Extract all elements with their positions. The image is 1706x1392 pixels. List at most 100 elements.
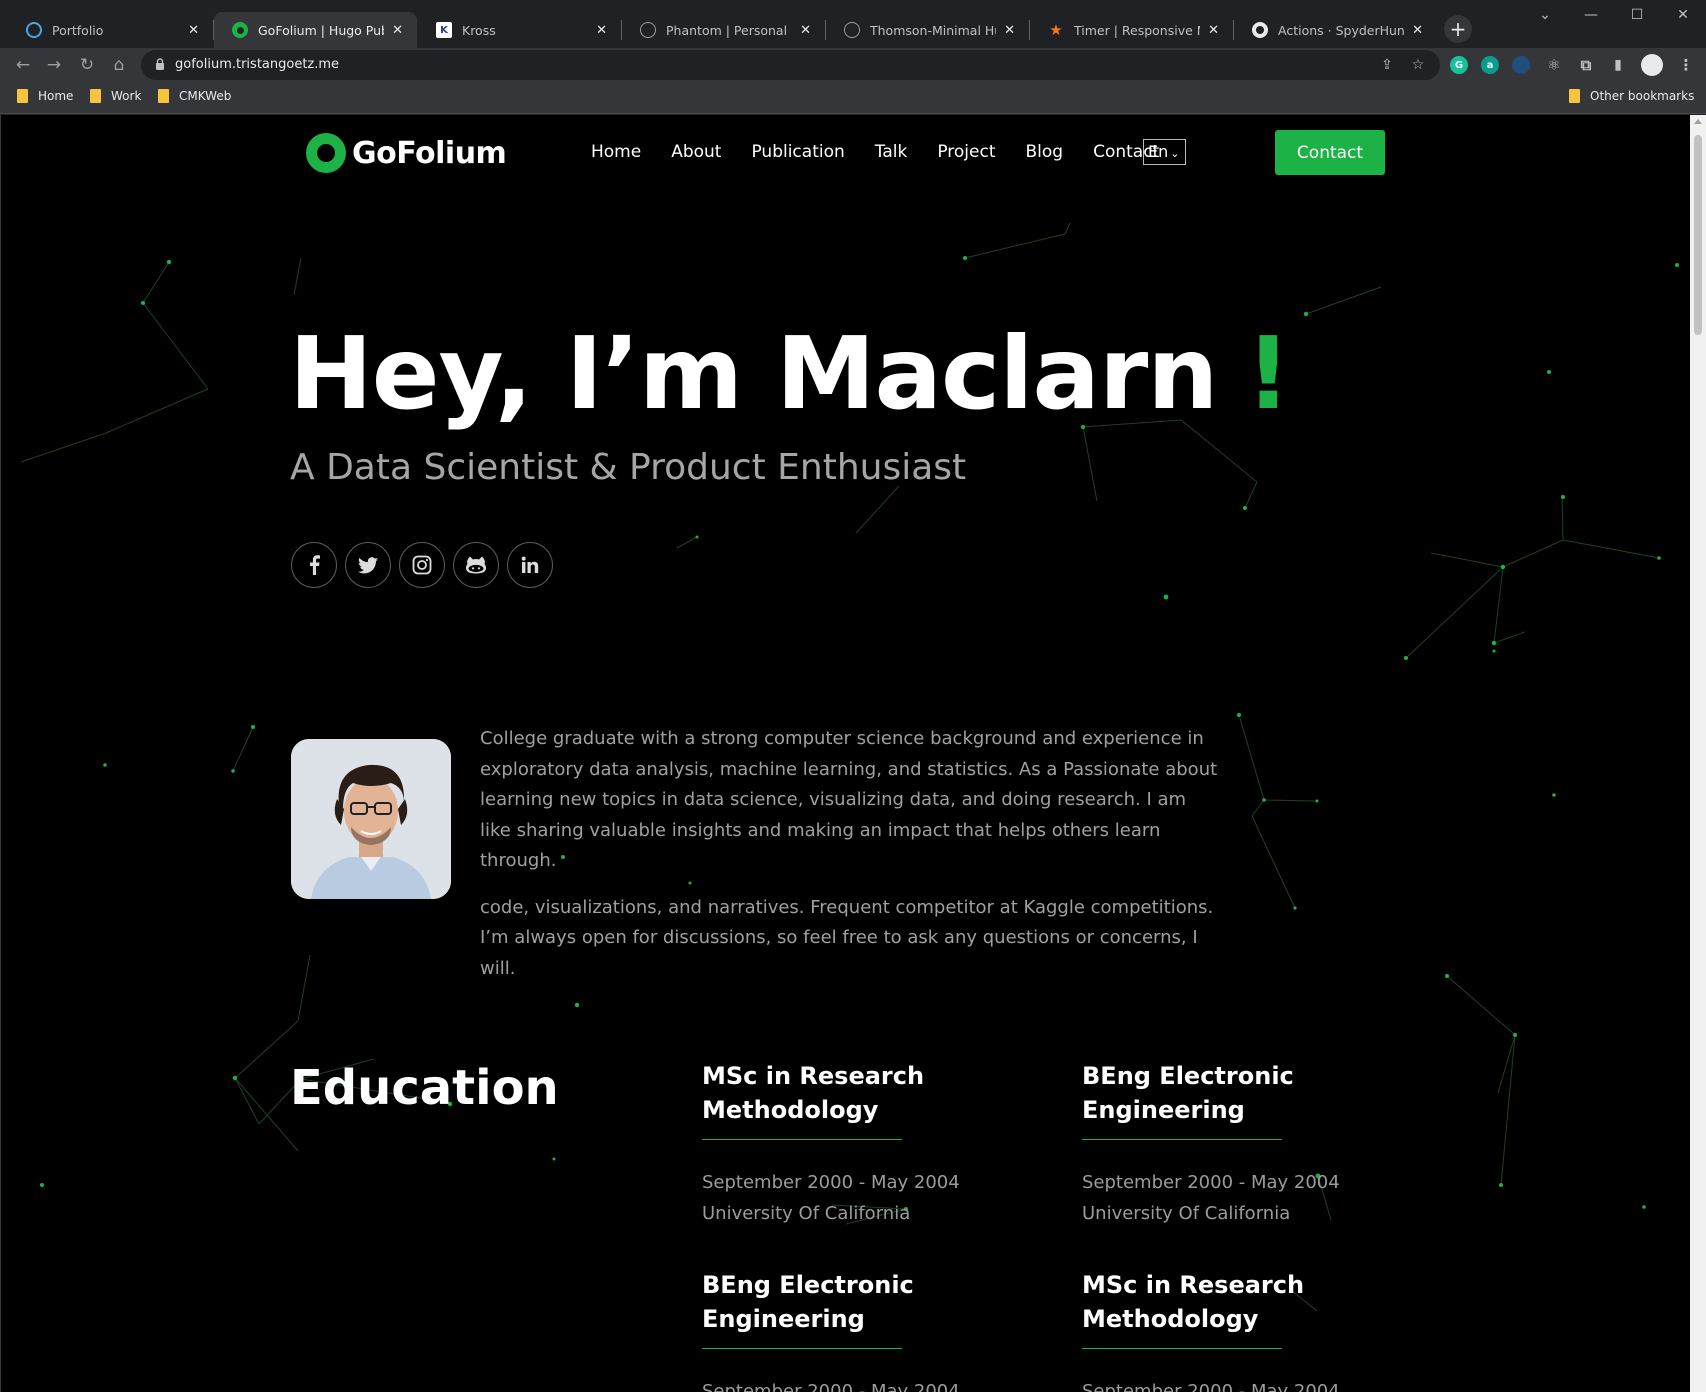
tab-thomson[interactable]: Thomson-Minimal Hugo P ✕ <box>826 12 1029 48</box>
close-icon[interactable]: ✕ <box>1208 23 1219 38</box>
social-links <box>291 542 561 588</box>
hero-title-accent: ! <box>1245 315 1291 432</box>
nav-blog[interactable]: Blog <box>1026 142 1064 162</box>
close-icon[interactable]: ✕ <box>392 23 403 38</box>
education-dates: September 2000 - May 2004 <box>1082 1172 1340 1193</box>
degree-title: MSc in Research Methodology <box>702 1062 925 1124</box>
close-icon[interactable]: ✕ <box>188 23 199 38</box>
twitter-icon[interactable] <box>345 542 391 588</box>
about-paragraph: code, visualizations, and narratives. Fr… <box>480 896 1214 979</box>
back-button[interactable]: ← <box>10 52 36 78</box>
star-icon: ★ <box>1049 21 1063 39</box>
bookmark-cmkweb[interactable]: CMKWeb <box>158 89 231 103</box>
reload-button[interactable]: ↻ <box>74 52 100 78</box>
about-text: College graduate with a strong computer … <box>480 724 1220 984</box>
site-logo[interactable]: GoFolium <box>306 133 507 173</box>
education-school: University Of California <box>702 1203 911 1224</box>
instagram-icon[interactable] <box>399 542 445 588</box>
scroll-up-arrow-icon[interactable] <box>1694 119 1702 124</box>
tab-strip: Portfolio ✕ GoFolium | Hugo Publicati ✕ … <box>0 0 1706 52</box>
page-scrollbar[interactable] <box>1690 115 1706 1392</box>
nav-talk[interactable]: Talk <box>875 142 908 162</box>
degree-title: MSc in Research Methodology <box>1082 1271 1305 1333</box>
about-paragraph: College graduate with a strong computer … <box>480 728 1218 871</box>
folder-icon <box>1569 89 1580 103</box>
forward-button[interactable]: → <box>41 52 67 78</box>
other-bookmarks[interactable]: Other bookmarks <box>1569 89 1694 103</box>
tab-title: GoFolium | Hugo Publicati <box>258 22 384 38</box>
profile-photo <box>291 739 451 899</box>
education-dates: September 2000 - May 2004 <box>1082 1381 1340 1392</box>
url-text: gofolium.tristangoetz.me <box>175 57 340 72</box>
nav-publication[interactable]: Publication <box>751 142 844 162</box>
close-icon[interactable]: ✕ <box>1004 23 1015 38</box>
share-icon[interactable]: ⇪ <box>1378 56 1396 74</box>
new-tab-button[interactable]: + <box>1444 15 1472 43</box>
education-school: University Of California <box>1082 1203 1291 1224</box>
bookmarks-bar: Home Work CMKWeb Other bookmarks <box>0 82 1706 114</box>
folder-icon <box>158 89 169 103</box>
facebook-icon[interactable] <box>291 542 337 588</box>
tab-gofolium[interactable]: GoFolium | Hugo Publicati ✕ <box>214 12 417 48</box>
side-panel-icon[interactable]: ▮ <box>1609 56 1627 74</box>
hero-title: Hey, I’m Maclarn! <box>289 315 1291 432</box>
language-select[interactable]: En ⌄ <box>1143 139 1186 165</box>
globe-icon <box>844 22 860 38</box>
close-icon[interactable]: ✕ <box>1412 23 1423 38</box>
home-button[interactable]: ⌂ <box>106 52 132 78</box>
extensions-puzzle-icon[interactable]: ⧉ <box>1577 56 1595 74</box>
github-icon <box>1252 22 1268 38</box>
portfolio-favicon-icon <box>26 22 42 38</box>
profile-avatar[interactable] <box>1641 54 1663 76</box>
grammarly-extension-icon[interactable]: G <box>1450 56 1468 74</box>
degree-title: BEng Electronic Engineering <box>1082 1062 1294 1124</box>
nav-about[interactable]: About <box>671 142 721 162</box>
gofolium-favicon-icon <box>232 22 248 38</box>
tab-phantom[interactable]: Phantom | Personal Resum ✕ <box>622 12 825 48</box>
tab-kross[interactable]: K Kross ✕ <box>418 12 621 48</box>
tab-title: Thomson-Minimal Hugo P <box>870 22 996 38</box>
extension-a-icon[interactable]: a <box>1481 56 1499 74</box>
education-item: BEng Electronic Engineering September 20… <box>1082 1059 1342 1229</box>
folder-icon <box>17 89 28 103</box>
tab-actions[interactable]: Actions · SpyderHunter03 ✕ <box>1234 12 1437 48</box>
tab-portfolio[interactable]: Portfolio ✕ <box>8 12 213 48</box>
brand-name: GoFolium <box>352 135 507 171</box>
menu-kebab-icon[interactable]: ⋮ <box>1677 56 1695 74</box>
github-icon[interactable] <box>453 542 499 588</box>
bookmark-work[interactable]: Work <box>90 89 141 103</box>
contact-button[interactable]: Contact <box>1275 130 1385 175</box>
address-bar[interactable]: gofolium.tristangoetz.me ⇪ ☆ <box>141 50 1440 80</box>
minimize-button[interactable]: — <box>1568 0 1614 30</box>
tab-title: Portfolio <box>52 22 104 38</box>
linkedin-icon[interactable] <box>507 542 553 588</box>
react-devtools-icon[interactable]: ⚛ <box>1545 56 1563 74</box>
close-window-button[interactable]: ✕ <box>1660 0 1706 30</box>
maximize-button[interactable]: ☐ <box>1614 0 1660 30</box>
nav-project[interactable]: Project <box>937 142 995 162</box>
folder-icon <box>90 89 101 103</box>
divider <box>1082 1348 1282 1349</box>
scrollbar-thumb[interactable] <box>1694 135 1702 335</box>
education-item: MSc in Research Methodology September 20… <box>702 1059 962 1229</box>
close-icon[interactable]: ✕ <box>800 23 811 38</box>
close-icon[interactable]: ✕ <box>596 23 607 38</box>
divider <box>702 1139 902 1140</box>
main-nav: Home About Publication Talk Project Blog… <box>591 142 1189 162</box>
bookmark-star-icon[interactable]: ☆ <box>1409 56 1427 74</box>
education-heading: Education <box>290 1060 559 1116</box>
bookmark-home[interactable]: Home <box>17 89 73 103</box>
globe-icon <box>640 22 656 38</box>
tab-title: Phantom | Personal Resum <box>666 22 792 38</box>
extension-d-icon[interactable] <box>1512 56 1530 74</box>
hero-subtitle: A Data Scientist & Product Enthusiast <box>290 447 967 488</box>
education-item: MSc in Research Methodology September 20… <box>1082 1268 1342 1392</box>
tab-search-icon[interactable]: ⌄ <box>1522 0 1568 30</box>
education-dates: September 2000 - May 2004 <box>702 1381 960 1392</box>
divider <box>1082 1139 1282 1140</box>
nav-home[interactable]: Home <box>591 142 641 162</box>
page-viewport: GoFolium Home About Publication Talk Pro… <box>0 115 1690 1392</box>
gofolium-logo-icon <box>306 133 346 173</box>
tab-timer[interactable]: ★ Timer | Responsive Multip ✕ <box>1030 12 1233 48</box>
tab-title: Actions · SpyderHunter03 <box>1278 22 1405 38</box>
